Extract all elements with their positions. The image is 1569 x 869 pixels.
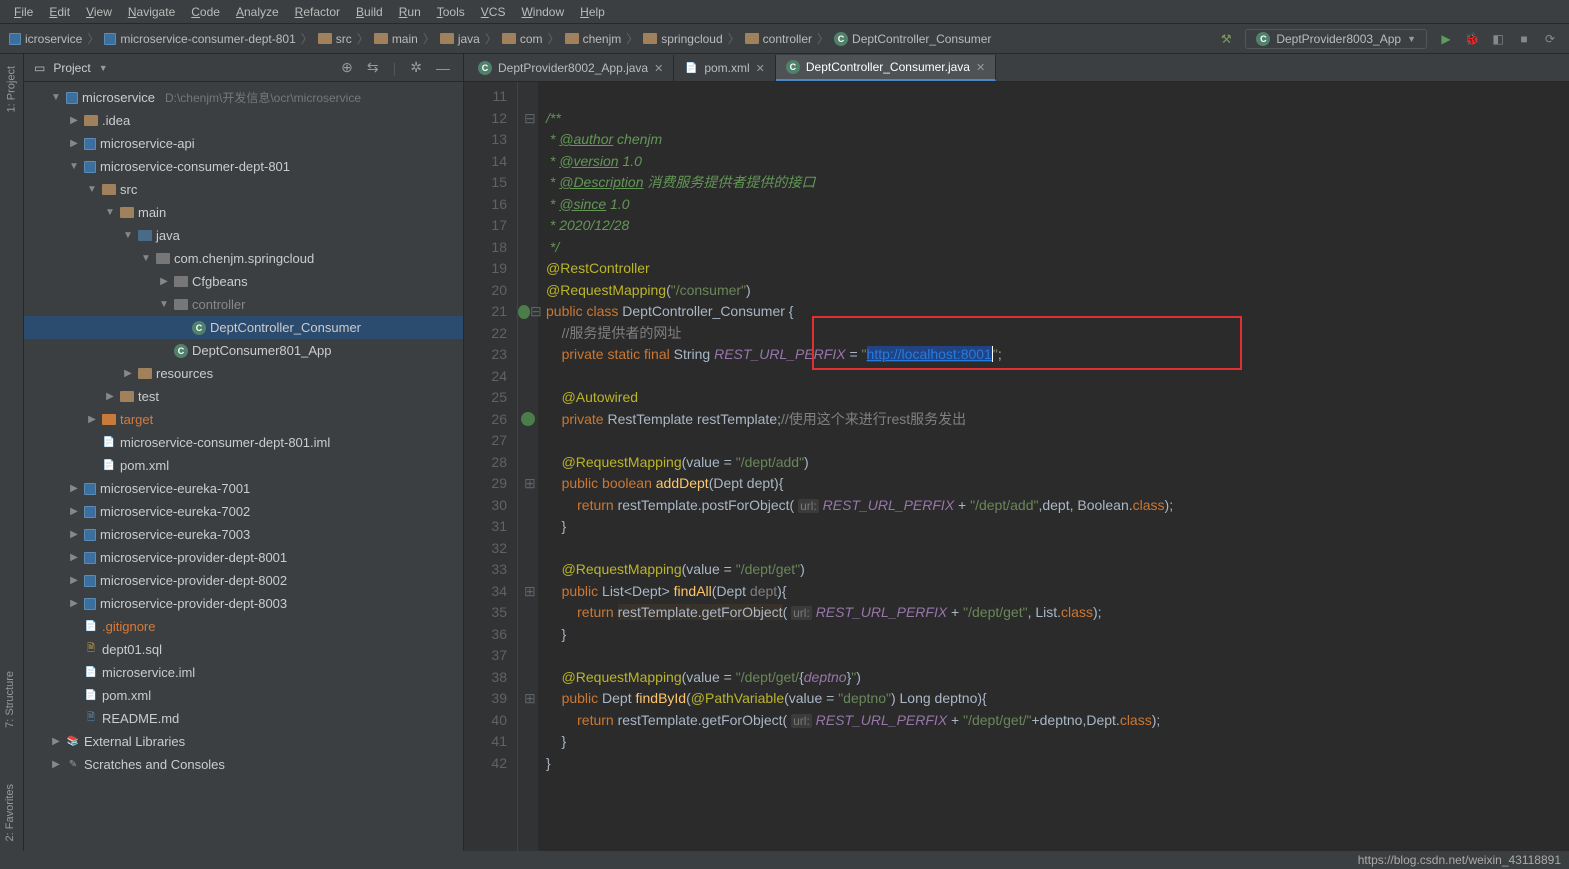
breadcrumb-item[interactable]: controller	[742, 32, 815, 46]
tree-item[interactable]: 📄.gitignore	[24, 615, 463, 638]
editor-tab[interactable]: CDeptController_Consumer.java✕	[776, 55, 996, 81]
class-icon: C	[1256, 32, 1270, 46]
tree-item[interactable]: 🗎dept01.sql	[24, 638, 463, 661]
gear-icon[interactable]: ✲	[407, 59, 425, 76]
close-icon[interactable]: ✕	[976, 61, 985, 74]
run-config-label: DeptProvider8003_App	[1276, 32, 1401, 46]
breadcrumb-item[interactable]: chenjm	[562, 32, 625, 46]
menu-build[interactable]: Build	[348, 5, 391, 19]
tree-item[interactable]: ▶microservice-provider-dept-8003	[24, 592, 463, 615]
tree-item[interactable]: ▼microservice-consumer-dept-801	[24, 155, 463, 178]
breadcrumb-item[interactable]: CDeptController_Consumer	[831, 32, 994, 46]
menu-window[interactable]: Window	[513, 5, 572, 19]
breadcrumb-item[interactable]: com	[499, 32, 546, 46]
menu-edit[interactable]: Edit	[41, 5, 78, 19]
tree-item[interactable]: ▶microservice-eureka-7001	[24, 477, 463, 500]
tree-item[interactable]: ▼main	[24, 201, 463, 224]
divider-icon: |	[390, 60, 400, 76]
tree-item[interactable]: 📄pom.xml	[24, 454, 463, 477]
tool-project[interactable]: 1: Project	[4, 58, 20, 120]
line-gutter: 1112131415161718192021222324252627282930…	[464, 82, 518, 851]
project-panel-header: ▭ Project ▼ ⊕ ⇆ | ✲ —	[24, 54, 463, 82]
menu-view[interactable]: View	[78, 5, 120, 19]
collapse-icon[interactable]: ⇆	[364, 59, 382, 76]
coverage-icon[interactable]: ◧	[1489, 30, 1507, 48]
menu-run[interactable]: Run	[391, 5, 429, 19]
tree-item[interactable]: 📄microservice-consumer-dept-801.iml	[24, 431, 463, 454]
tree-item[interactable]: ▶microservice-provider-dept-8002	[24, 569, 463, 592]
tree-item[interactable]: ▶microservice-provider-dept-8001	[24, 546, 463, 569]
tree-item[interactable]: ▶Cfgbeans	[24, 270, 463, 293]
menu-analyze[interactable]: Analyze	[228, 5, 287, 19]
menu-bar: FileEditViewNavigateCodeAnalyzeRefactorB…	[0, 0, 1569, 24]
tree-item[interactable]: ▶.idea	[24, 109, 463, 132]
run-icon[interactable]: ▶	[1437, 30, 1455, 48]
update-icon[interactable]: ⟳	[1541, 30, 1559, 48]
breadcrumb-item[interactable]: src	[315, 32, 355, 46]
stop-icon[interactable]: ■	[1515, 30, 1533, 48]
editor-tab[interactable]: CDeptProvider8002_App.java✕	[468, 55, 674, 81]
breadcrumb-item[interactable]: springcloud	[640, 32, 725, 46]
chevron-down-icon: ▼	[1407, 34, 1416, 44]
breadcrumb-item[interactable]: main	[371, 32, 421, 46]
tree-item[interactable]: ▶target	[24, 408, 463, 431]
project-panel-title: Project	[53, 61, 90, 75]
tree-item[interactable]: ▶microservice-eureka-7003	[24, 523, 463, 546]
editor-area: CDeptProvider8002_App.java✕📄pom.xml✕CDep…	[464, 54, 1569, 851]
tree-item[interactable]: 🗎README.md	[24, 707, 463, 730]
close-icon[interactable]: ✕	[756, 62, 765, 75]
gutter-run-icon[interactable]	[518, 305, 530, 319]
editor-tabs: CDeptProvider8002_App.java✕📄pom.xml✕CDep…	[464, 54, 1569, 82]
left-tool-strip: 1: Project 7: Structure 2: Favorites	[0, 54, 24, 851]
watermark-text: https://blog.csdn.net/weixin_43118891	[1358, 853, 1561, 867]
debug-icon[interactable]: 🐞	[1463, 30, 1481, 48]
editor-tab[interactable]: 📄pom.xml✕	[674, 55, 776, 81]
gutter-run-icon[interactable]	[521, 412, 535, 426]
tree-item[interactable]: ▶📚External Libraries	[24, 730, 463, 753]
marker-gutter: ⊟⊟⊞⊞⊞	[518, 82, 538, 851]
tree-item[interactable]: ▼java	[24, 224, 463, 247]
tree-item[interactable]: ▼microserviceD:\chenjm\开发信息\ocr\microser…	[24, 86, 463, 109]
breadcrumb-item[interactable]: icroservice	[6, 32, 85, 46]
navigation-bar: icroservice〉microservice-consumer-dept-8…	[0, 24, 1569, 54]
tree-item[interactable]: 📄microservice.iml	[24, 661, 463, 684]
tree-item[interactable]: ▼com.chenjm.springcloud	[24, 247, 463, 270]
status-bar: https://blog.csdn.net/weixin_43118891	[1358, 851, 1561, 869]
run-configuration-selector[interactable]: C DeptProvider8003_App ▼	[1245, 29, 1427, 49]
menu-vcs[interactable]: VCS	[473, 5, 514, 19]
chevron-down-icon[interactable]: ▼	[99, 63, 108, 73]
tree-item[interactable]: ▶✎Scratches and Consoles	[24, 753, 463, 776]
menu-tools[interactable]: Tools	[429, 5, 473, 19]
tree-item[interactable]: ▶microservice-eureka-7002	[24, 500, 463, 523]
breadcrumb-item[interactable]: microservice-consumer-dept-801	[101, 32, 298, 46]
tool-favorites[interactable]: 2: Favorites	[2, 776, 18, 849]
project-panel: ▭ Project ▼ ⊕ ⇆ | ✲ — ▼microserviceD:\ch…	[24, 54, 464, 851]
project-tree[interactable]: ▼microserviceD:\chenjm\开发信息\ocr\microser…	[24, 82, 463, 851]
tree-item[interactable]: 📄pom.xml	[24, 684, 463, 707]
menu-refactor[interactable]: Refactor	[287, 5, 348, 19]
menu-file[interactable]: File	[6, 5, 41, 19]
menu-help[interactable]: Help	[572, 5, 613, 19]
project-selector-icon[interactable]: ▭	[34, 61, 45, 75]
breadcrumb-item[interactable]: java	[437, 32, 483, 46]
tree-item[interactable]: ▶microservice-api	[24, 132, 463, 155]
tree-item[interactable]: ▼controller	[24, 293, 463, 316]
tree-item[interactable]: ▶resources	[24, 362, 463, 385]
build-icon[interactable]: ⚒	[1217, 30, 1235, 48]
tool-structure[interactable]: 7: Structure	[2, 663, 18, 736]
tree-item[interactable]: ▼src	[24, 178, 463, 201]
menu-code[interactable]: Code	[183, 5, 228, 19]
close-icon[interactable]: ✕	[654, 62, 663, 75]
tree-item[interactable]: ▶test	[24, 385, 463, 408]
code-editor[interactable]: 1112131415161718192021222324252627282930…	[464, 82, 1569, 851]
tree-item[interactable]: CDeptController_Consumer	[24, 316, 463, 339]
tree-item[interactable]: CDeptConsumer801_App	[24, 339, 463, 362]
menu-navigate[interactable]: Navigate	[120, 5, 183, 19]
target-icon[interactable]: ⊕	[338, 59, 356, 76]
code-content[interactable]: /** * @author chenjm * @version 1.0 * @D…	[538, 82, 1569, 851]
hide-icon[interactable]: —	[433, 60, 453, 76]
